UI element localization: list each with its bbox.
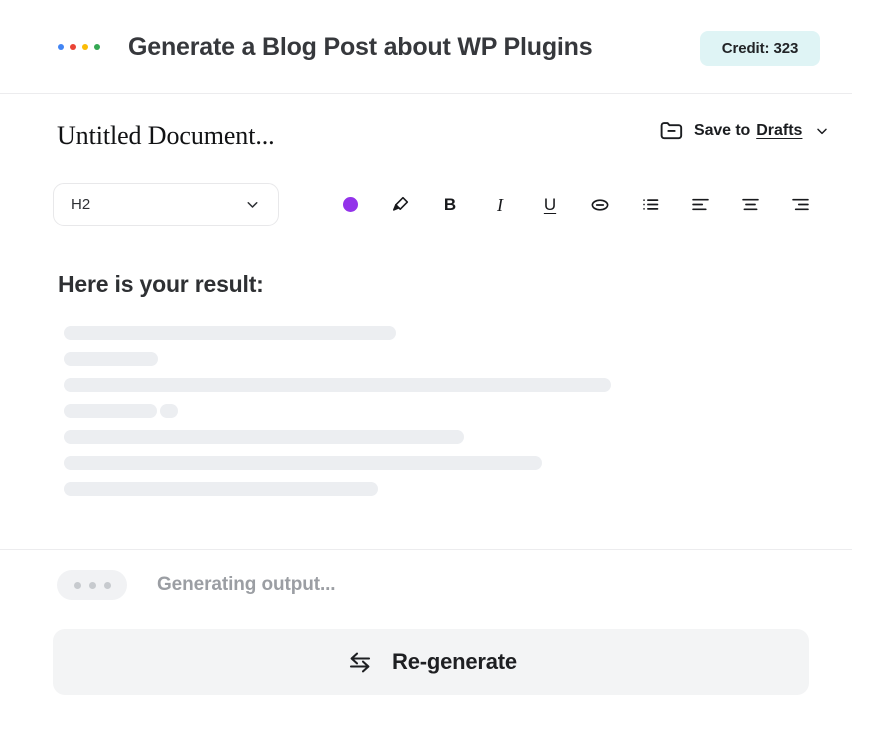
- align-left-button[interactable]: [675, 183, 725, 226]
- bold-icon: B: [444, 196, 456, 213]
- chevron-down-icon: [244, 196, 261, 213]
- skeleton-row: [64, 404, 611, 418]
- skeleton-bar: [64, 430, 464, 444]
- two-way-arrows-icon: [345, 650, 375, 674]
- typing-dot-icon: [89, 582, 96, 589]
- skeleton-row: [64, 456, 611, 470]
- skeleton-bar: [64, 378, 611, 392]
- brand-dot-green-icon: [94, 44, 100, 50]
- skeleton-bar: [64, 352, 158, 366]
- block-format-select[interactable]: H2: [53, 183, 279, 226]
- skeleton-bar: [64, 482, 378, 496]
- brand-dot-blue-icon: [58, 44, 64, 50]
- result-heading: Here is your result:: [58, 271, 264, 298]
- editor-toolbar: H2 B: [0, 183, 878, 227]
- footer-divider: [0, 549, 852, 550]
- skeleton-bar: [64, 404, 157, 418]
- regenerate-label: Re-generate: [392, 649, 517, 675]
- align-left-icon: [690, 194, 711, 215]
- block-format-value: H2: [71, 196, 90, 213]
- link-icon: [589, 194, 611, 216]
- highlighter-pen-icon: [390, 194, 411, 215]
- underline-icon: U: [544, 196, 556, 213]
- typing-indicator: [57, 570, 127, 600]
- align-center-button[interactable]: [725, 183, 775, 226]
- bullet-list-button[interactable]: [625, 183, 675, 226]
- brand-dot-yellow-icon: [82, 44, 88, 50]
- skeleton-row: [64, 482, 611, 496]
- skeleton-row: [64, 378, 611, 392]
- page-title: Generate a Blog Post about WP Plugins: [128, 33, 592, 62]
- color-circle-icon: [343, 197, 358, 212]
- typing-dot-icon: [104, 582, 111, 589]
- brand-dots: [58, 44, 100, 50]
- skeleton-row: [64, 352, 611, 366]
- skeleton-row: [64, 430, 611, 444]
- skeleton-bar: [64, 456, 542, 470]
- generation-status-row: Generating output...: [57, 570, 336, 600]
- save-to-control[interactable]: Save to Drafts: [658, 117, 830, 144]
- skeleton-bar: [64, 326, 396, 340]
- bold-button[interactable]: B: [425, 183, 475, 226]
- generation-status-text: Generating output...: [157, 574, 336, 596]
- regenerate-button[interactable]: Re-generate: [53, 629, 809, 695]
- content-skeleton-placeholder: [64, 326, 611, 508]
- app-header: Generate a Blog Post about WP Plugins Cr…: [0, 0, 878, 93]
- chevron-down-icon[interactable]: [814, 123, 830, 139]
- header-divider: [0, 93, 852, 94]
- align-center-icon: [740, 194, 761, 215]
- skeleton-row: [64, 326, 611, 340]
- document-title[interactable]: Untitled Document...: [57, 121, 275, 151]
- skeleton-bar: [160, 404, 178, 418]
- align-right-icon: [790, 194, 811, 215]
- text-color-swatch[interactable]: [325, 183, 375, 226]
- align-right-button[interactable]: [775, 183, 825, 226]
- credit-badge: Credit: 323: [700, 31, 820, 66]
- italic-icon: I: [497, 196, 503, 214]
- brand-dot-red-icon: [70, 44, 76, 50]
- save-destination-link[interactable]: Drafts: [756, 122, 802, 140]
- link-button[interactable]: [575, 183, 625, 226]
- blog-post-generator-window: Generate a Blog Post about WP Plugins Cr…: [0, 0, 878, 748]
- formatting-tools: B I U: [325, 183, 825, 226]
- typing-dot-icon: [74, 582, 81, 589]
- highlighter-button[interactable]: [375, 183, 425, 226]
- underline-button[interactable]: U: [525, 183, 575, 226]
- save-to-label: Save to: [694, 122, 750, 140]
- folder-minus-icon: [658, 117, 685, 144]
- italic-button[interactable]: I: [475, 183, 525, 226]
- bullet-list-icon: [640, 194, 661, 215]
